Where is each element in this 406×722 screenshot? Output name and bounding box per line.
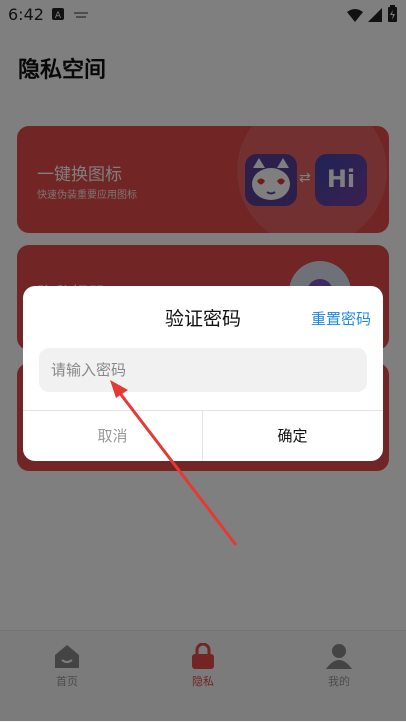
- confirm-button[interactable]: 确定: [203, 411, 382, 461]
- password-input[interactable]: [39, 348, 367, 392]
- verify-password-dialog: 验证密码 重置密码 取消 确定: [23, 286, 383, 461]
- reset-password-link[interactable]: 重置密码: [311, 308, 371, 329]
- cancel-button[interactable]: 取消: [23, 411, 202, 461]
